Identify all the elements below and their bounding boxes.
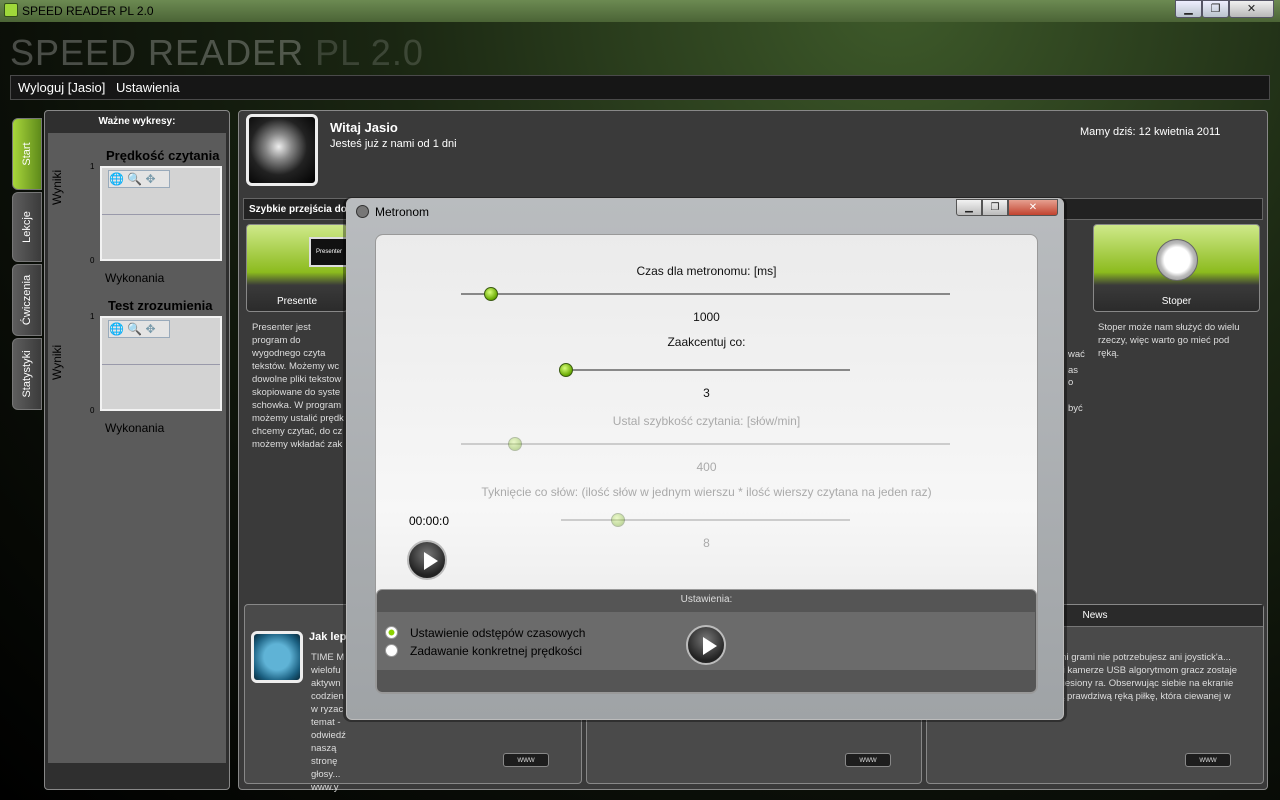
accent-value: 3 — [703, 386, 710, 400]
www-button[interactable]: www — [503, 753, 549, 767]
speed-chart-xlabel: Wykonania — [105, 271, 165, 285]
reading-speed-label: Ustal szybkość czytania: [słów/min] — [612, 414, 801, 428]
news-left-title: Jak lep — [309, 631, 347, 643]
close-button[interactable]: ✕ — [1229, 0, 1274, 18]
dialog-maximize-button[interactable]: ❐ — [982, 199, 1008, 216]
welcome-text: Witaj Jasio — [330, 120, 398, 135]
logout-menu-item[interactable]: Wyloguj [Jasio] — [18, 80, 105, 95]
reading-speed-slider[interactable] — [461, 443, 950, 445]
minimize-button[interactable]: ▁ — [1175, 0, 1202, 18]
speed-chart[interactable]: 🌐 🔍 ✥ — [100, 166, 222, 261]
accent-slider-thumb[interactable] — [559, 363, 573, 377]
tab-lekcje[interactable]: Lekcje — [12, 192, 42, 262]
title-bar — [0, 0, 1280, 22]
tick-words-label: Tyknięcie co słów: (ilość słów w jednym … — [481, 485, 932, 499]
metronome-time-slider[interactable] — [461, 293, 950, 295]
comprehension-chart-ylabel: Wyniki — [50, 344, 64, 380]
dialog-title: Metronom — [375, 205, 430, 219]
app-icon — [4, 3, 18, 17]
window-title: SPEED READER PL 2.0 — [22, 4, 154, 18]
chart-toolbar[interactable]: 🌐 🔍 ✥ — [108, 170, 170, 188]
tick-words-value: 8 — [703, 536, 710, 550]
tab-label: Lekcje — [21, 211, 33, 243]
description-fragment: być — [1068, 403, 1083, 414]
charts-header: Ważne wykresy: — [98, 116, 176, 127]
www-button[interactable]: www — [845, 753, 891, 767]
metronome-time-value: 1000 — [693, 310, 720, 324]
timer-display: 00:00:0 — [409, 514, 450, 528]
news-left-text: TIME M wielofu aktywn codzien w ryzac te… — [311, 652, 346, 793]
tile-presenter[interactable]: Presenter Presente — [246, 224, 349, 312]
tile-presenter-label: Presente — [276, 296, 318, 307]
metronome-time-label: Czas dla metronomu: [ms] — [636, 264, 777, 278]
app-banner-title: SPEED READER PL 2.0 — [10, 32, 424, 74]
tile-stoper[interactable]: Stoper — [1093, 224, 1260, 312]
tile-stoper-label: Stoper — [1161, 296, 1192, 307]
chart-gridline — [102, 214, 220, 215]
option-specific-speed-radio[interactable] — [385, 644, 398, 657]
description-fragment: o — [1068, 377, 1074, 388]
tab-label: Start — [21, 142, 33, 166]
tab-label: Ćwiczenia — [21, 274, 33, 326]
settings-play-button[interactable] — [686, 625, 726, 665]
settings-header: Ustawienia: — [680, 594, 733, 605]
chart-gridline — [102, 364, 220, 365]
speed-chart-ylabel: Wyniki — [50, 169, 64, 205]
presenter-description: Presenter jest program do wygodnego czyt… — [252, 322, 344, 450]
reading-speed-slider-thumb[interactable] — [508, 437, 522, 451]
www-button[interactable]: www — [1185, 753, 1231, 767]
option-time-intervals-label[interactable]: Ustawienie odstępów czasowych — [410, 626, 585, 640]
quick-links-title: Szybkie przejścia do n — [249, 204, 356, 215]
current-date: Mamy dziś: 12 kwietnia 2011 — [1080, 126, 1221, 138]
clock-icon — [251, 631, 303, 683]
chart-toolbar[interactable]: 🌐 🔍 ✥ — [108, 320, 170, 338]
comprehension-chart-ytick-top: 1 — [90, 312, 95, 321]
option-specific-speed-label[interactable]: Zadawanie konkretnej prędkości — [410, 644, 582, 658]
speed-chart-ytick-bottom: 0 — [90, 256, 95, 265]
reading-speed-value: 400 — [696, 460, 717, 474]
tab-cwiczenia[interactable]: Ćwiczenia — [12, 264, 42, 336]
dialog-minimize-button[interactable]: ▁ — [956, 199, 982, 216]
menu-bar — [10, 75, 1270, 100]
speed-chart-title: Prędkość czytania — [106, 148, 220, 163]
comprehension-chart-ytick-bottom: 0 — [90, 406, 95, 415]
comprehension-chart-title: Test zrozumienia — [108, 298, 213, 313]
tick-words-slider[interactable] — [561, 519, 850, 521]
member-since-text: Jesteś już z nami od 1 dni — [330, 138, 457, 150]
settings-menu-item[interactable]: Ustawienia — [116, 80, 180, 95]
option-time-intervals-radio[interactable] — [385, 626, 398, 639]
dialog-close-button[interactable]: ✕ — [1008, 199, 1058, 216]
play-button[interactable] — [407, 540, 447, 580]
accent-slider[interactable] — [561, 369, 850, 371]
accent-label: Zaakcentuj co: — [667, 335, 746, 349]
banner-version: PL 2.0 — [315, 32, 424, 73]
stoper-description: Stoper może nam służyć do wielu rzeczy, … — [1098, 322, 1240, 359]
speed-chart-ytick-top: 1 — [90, 162, 95, 171]
banner-main: SPEED READER — [10, 32, 305, 73]
metronome-time-slider-thumb[interactable] — [484, 287, 498, 301]
tick-words-slider-thumb[interactable] — [611, 513, 625, 527]
description-fragment: wać — [1068, 349, 1085, 360]
clock-icon — [1156, 239, 1198, 281]
news-right-text: aszymi grami nie potrzebujesz ani joysti… — [1039, 652, 1237, 715]
comprehension-chart-xlabel: Wykonania — [105, 421, 165, 435]
comprehension-chart[interactable]: 🌐 🔍 ✥ — [100, 316, 222, 411]
tab-start[interactable]: Start — [12, 118, 42, 190]
tab-label: Statystyki — [21, 350, 33, 398]
metronom-icon — [356, 205, 369, 218]
avatar — [246, 114, 318, 186]
tab-statystyki[interactable]: Statystyki — [12, 338, 42, 410]
maximize-button[interactable]: ❐ — [1202, 0, 1229, 18]
